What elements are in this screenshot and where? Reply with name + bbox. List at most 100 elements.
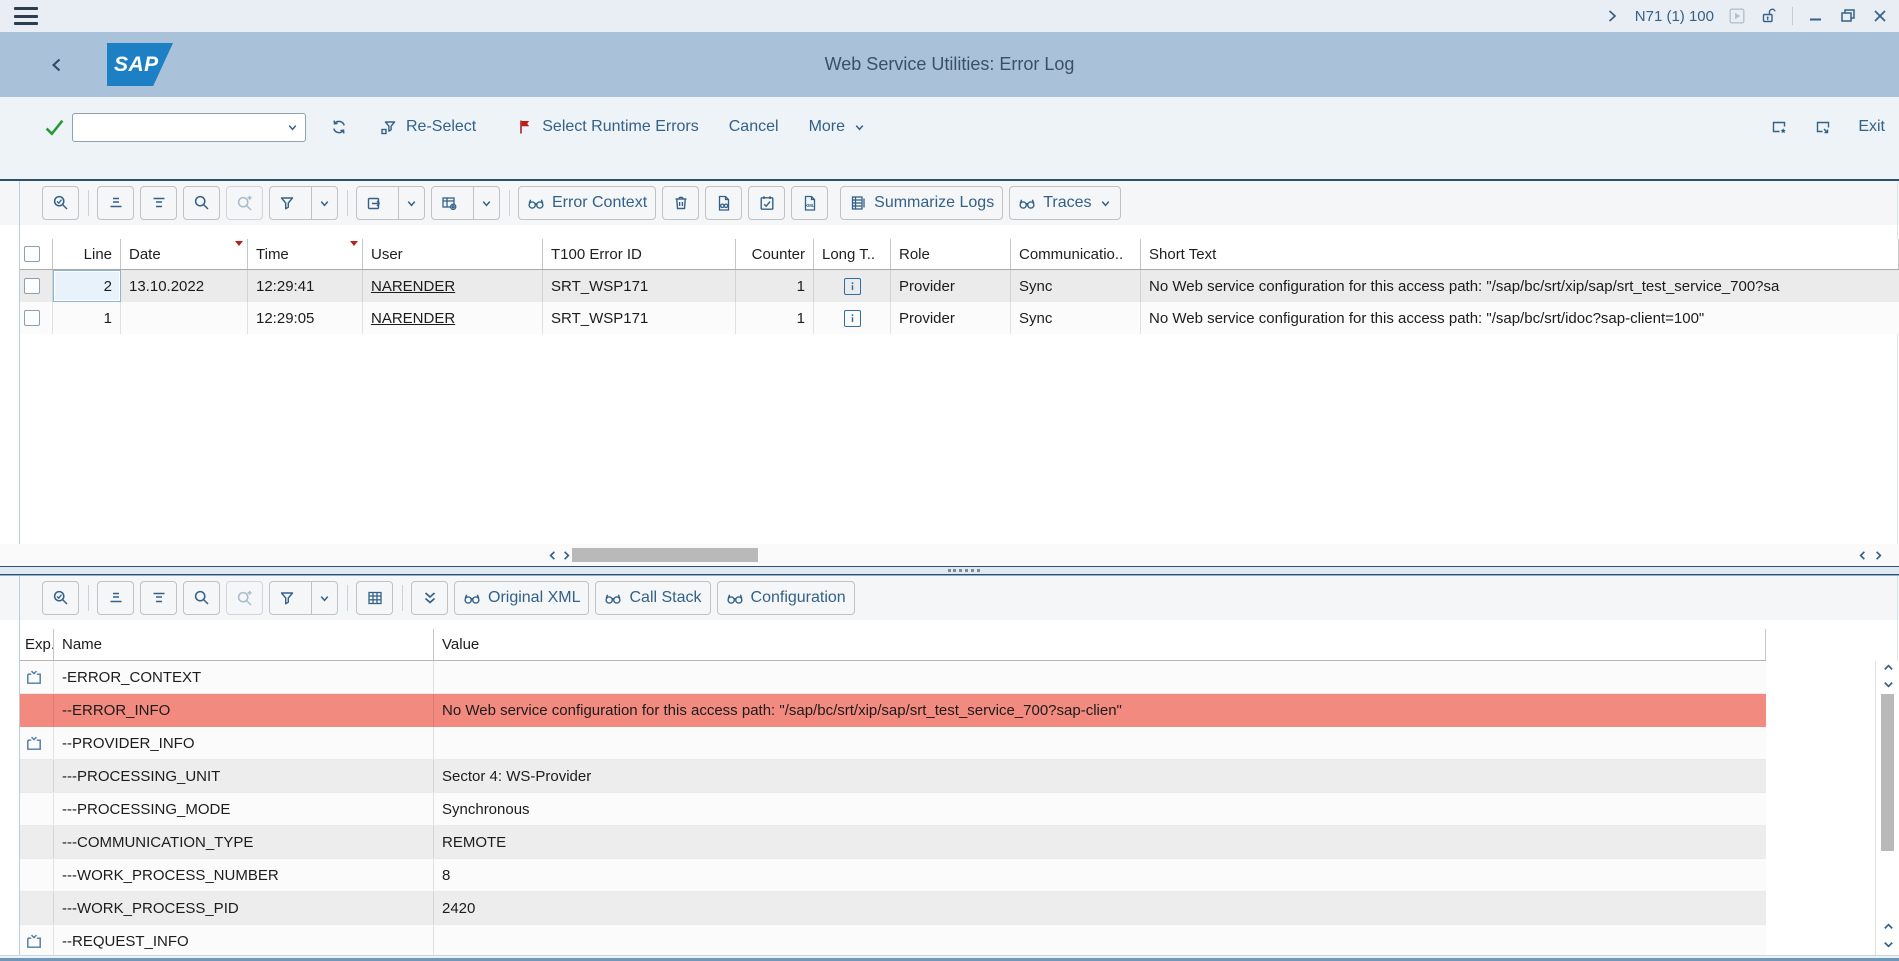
delete-button[interactable] — [662, 186, 699, 220]
role-cell[interactable]: Provider — [891, 270, 1011, 302]
layout-menu-chevron-icon[interactable] — [473, 187, 499, 219]
sort-ascending-button[interactable] — [97, 186, 134, 220]
detail-row-communication-type[interactable]: ---COMMUNICATION_TYPE REMOTE — [20, 826, 1766, 859]
column-header-role[interactable]: Role — [891, 239, 1011, 269]
expand-cell[interactable] — [20, 727, 54, 759]
detail-row-provider-info[interactable]: --PROVIDER_INFO — [20, 727, 1766, 760]
call-stack-button[interactable]: Call Stack — [595, 581, 710, 615]
scroll-right-icon[interactable] — [1872, 549, 1885, 562]
param-name[interactable]: --ERROR_INFO — [54, 694, 434, 727]
user-link[interactable]: NARENDER — [371, 278, 455, 295]
command-field[interactable] — [72, 113, 306, 142]
param-name[interactable]: -ERROR_CONTEXT — [54, 661, 434, 693]
column-header-communication[interactable]: Communicatio.. — [1011, 239, 1141, 269]
expand-cell[interactable] — [20, 826, 54, 858]
check-entries-button[interactable] — [42, 186, 79, 220]
param-value[interactable]: Sector 4: WS-Provider — [434, 760, 1766, 792]
scroll-left-icon[interactable] — [1856, 549, 1869, 562]
param-name[interactable]: ---COMMUNICATION_TYPE — [54, 826, 434, 858]
sort-ascending-button[interactable] — [97, 581, 134, 615]
line-cell-selected[interactable]: 2 — [53, 270, 121, 302]
original-xml-button[interactable]: Original XML — [454, 581, 589, 615]
display-document-button[interactable] — [705, 186, 742, 220]
time-cell[interactable]: 12:29:05 — [248, 302, 363, 334]
reselect-button[interactable]: Re-Select — [380, 118, 476, 136]
xml-display-button[interactable]: XML — [791, 186, 828, 220]
filter-split-button[interactable] — [269, 186, 338, 220]
grid-settings-icon[interactable] — [432, 187, 466, 219]
expand-right-icon[interactable] — [1603, 7, 1621, 25]
ok-check-icon[interactable] — [44, 117, 65, 138]
expand-cell[interactable] — [20, 661, 54, 693]
exit-button[interactable]: Exit — [1858, 118, 1885, 136]
filter-menu-chevron-icon[interactable] — [311, 187, 337, 219]
select-all-cell[interactable] — [20, 239, 53, 269]
refresh-button[interactable] — [330, 118, 348, 136]
time-cell[interactable]: 12:29:41 — [248, 270, 363, 302]
export-split-button[interactable] — [356, 186, 425, 220]
scroll-up-icon[interactable] — [1882, 920, 1895, 933]
param-name[interactable]: ---PROCESSING_MODE — [54, 793, 434, 825]
param-name[interactable]: ---WORK_PROCESS_NUMBER — [54, 859, 434, 891]
info-icon[interactable] — [844, 278, 861, 295]
minimize-icon[interactable] — [1807, 7, 1825, 25]
restore-window-icon[interactable] — [1839, 7, 1857, 25]
param-value[interactable] — [434, 727, 1766, 759]
detail-row-processing-mode[interactable]: ---PROCESSING_MODE Synchronous — [20, 793, 1766, 826]
error-context-button[interactable]: Error Context — [518, 186, 656, 220]
long-text-cell[interactable] — [814, 302, 891, 334]
column-header-long-text[interactable]: Long T.. — [814, 239, 891, 269]
param-value[interactable]: No Web service configuration for this ac… — [434, 694, 1766, 727]
column-header-counter[interactable]: Counter — [736, 239, 814, 269]
scroll-left-icon[interactable] — [546, 549, 559, 562]
table-row[interactable]: 2 13.10.2022 12:29:41 NARENDER SRT_WSP17… — [20, 270, 1899, 302]
column-header-line[interactable]: Line — [53, 239, 121, 269]
row-checkbox[interactable] — [24, 310, 40, 326]
chevron-down-icon[interactable] — [286, 121, 299, 134]
param-value[interactable]: 2420 — [434, 892, 1766, 924]
short-text-cell[interactable]: No Web service configuration for this ac… — [1141, 302, 1899, 334]
detail-row-processing-unit[interactable]: ---PROCESSING_UNIT Sector 4: WS-Provider — [20, 760, 1766, 793]
param-value[interactable]: Synchronous — [434, 793, 1766, 825]
counter-cell[interactable]: 1 — [736, 302, 814, 334]
splitter-drag-handle[interactable] — [948, 569, 980, 572]
detail-row-request-info[interactable]: --REQUEST_INFO — [20, 925, 1766, 958]
menu-hamburger-icon[interactable] — [14, 7, 38, 25]
user-link[interactable]: NARENDER — [371, 310, 455, 327]
detail-row-error-info[interactable]: --ERROR_INFO No Web service configuratio… — [20, 694, 1766, 727]
filter-menu-chevron-icon[interactable] — [311, 582, 337, 614]
param-value[interactable] — [434, 661, 1766, 693]
new-session-button[interactable] — [1814, 118, 1832, 136]
role-cell[interactable]: Provider — [891, 302, 1011, 334]
param-value[interactable]: REMOTE — [434, 826, 1766, 858]
communication-cell[interactable]: Sync — [1011, 270, 1141, 302]
find-button[interactable] — [183, 186, 220, 220]
expand-node-icon[interactable] — [25, 932, 43, 950]
select-all-checkbox[interactable] — [24, 246, 40, 262]
schedule-check-button[interactable] — [748, 186, 785, 220]
command-input[interactable] — [73, 114, 286, 141]
export-menu-chevron-icon[interactable] — [398, 187, 424, 219]
find-button[interactable] — [183, 581, 220, 615]
column-header-expand[interactable]: Exp.. — [20, 629, 54, 660]
column-header-short-text[interactable]: Short Text — [1141, 239, 1899, 269]
param-value[interactable] — [434, 925, 1766, 957]
sort-descending-button[interactable] — [140, 581, 177, 615]
check-entries-button[interactable] — [42, 581, 79, 615]
param-name[interactable]: ---WORK_PROCESS_PID — [54, 892, 434, 924]
t100-error-id-cell[interactable]: SRT_WSP171 — [543, 270, 736, 302]
detail-row-error-context[interactable]: -ERROR_CONTEXT — [20, 661, 1766, 694]
param-name[interactable]: --REQUEST_INFO — [54, 925, 434, 957]
table-view-button[interactable] — [356, 581, 393, 615]
expand-cell[interactable] — [20, 694, 54, 727]
scroll-down-icon[interactable] — [1882, 938, 1895, 951]
column-header-time[interactable]: Time — [248, 239, 363, 269]
date-cell[interactable] — [121, 302, 248, 334]
vertical-scrollbar[interactable] — [1875, 661, 1899, 955]
configuration-button[interactable]: Configuration — [717, 581, 855, 615]
t100-error-id-cell[interactable]: SRT_WSP171 — [543, 302, 736, 334]
expand-cell[interactable] — [20, 760, 54, 792]
column-header-user[interactable]: User — [363, 239, 543, 269]
create-shortcut-button[interactable] — [1770, 118, 1788, 136]
export-icon[interactable] — [357, 187, 391, 219]
